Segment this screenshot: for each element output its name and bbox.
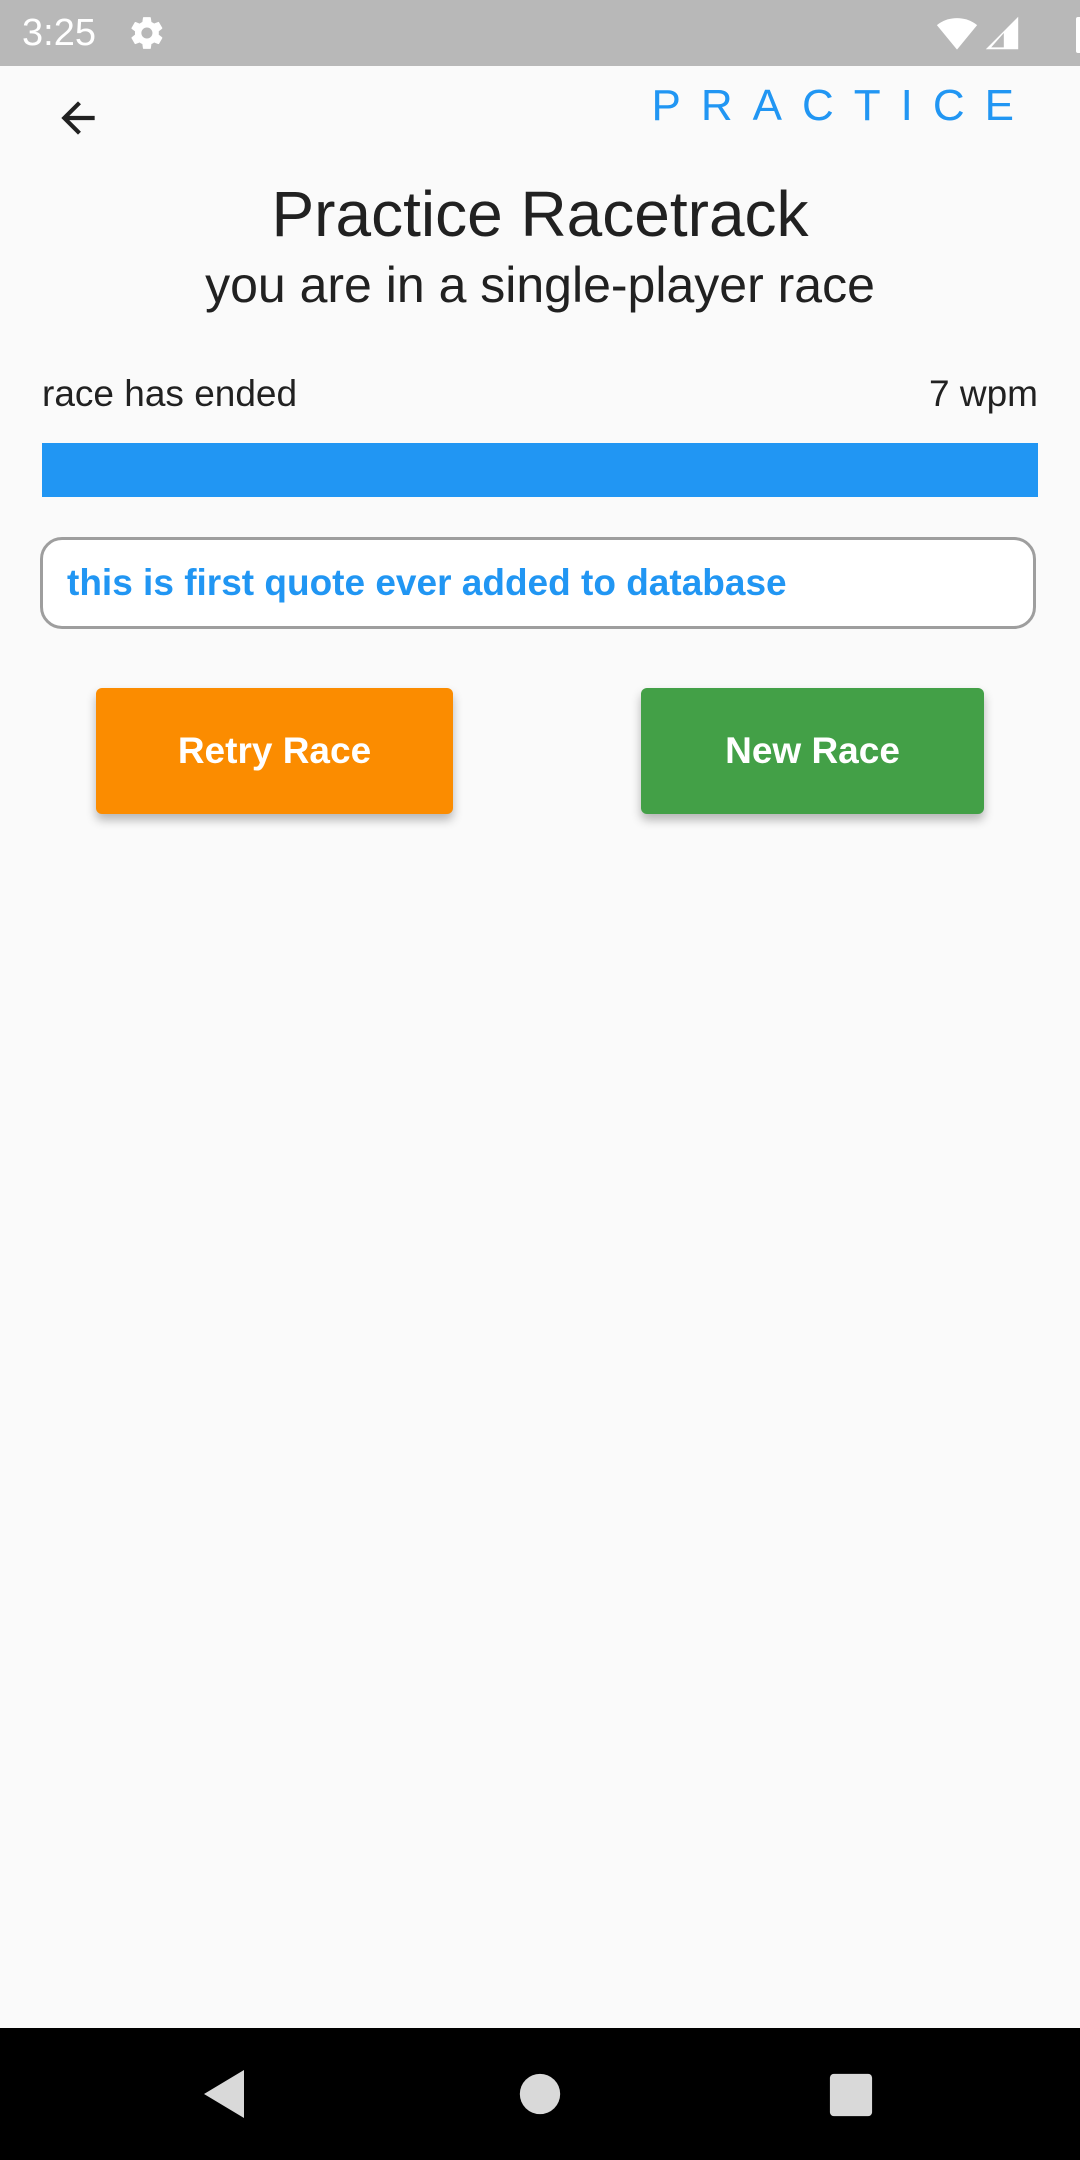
new-race-button[interactable]: New Race xyxy=(641,688,984,814)
retry-race-label: Retry Race xyxy=(177,730,372,771)
page-subtitle: you are in a single-player race xyxy=(205,257,875,313)
gear-icon xyxy=(131,17,163,49)
nav-recents-icon[interactable] xyxy=(828,2072,874,2118)
page-title: Practice Racetrack xyxy=(271,178,809,250)
nav-back-icon[interactable] xyxy=(200,2066,248,2122)
battery-icon xyxy=(1076,17,1080,53)
race-status-label: race has ended xyxy=(42,373,298,414)
navigation-bar xyxy=(0,2028,1080,2160)
wifi-icon xyxy=(936,18,978,50)
app-title: PRACTICE xyxy=(651,81,1034,130)
quote-box: this is first quote ever added to databa… xyxy=(40,537,1036,629)
back-button[interactable] xyxy=(40,80,116,156)
race-progress-fill xyxy=(42,443,1038,497)
arrow-left-icon xyxy=(61,101,95,135)
new-race-label: New Race xyxy=(725,730,900,771)
race-progress-bar xyxy=(42,443,1038,497)
retry-race-button[interactable]: Retry Race xyxy=(96,688,453,814)
quote-text: this is first quote ever added to databa… xyxy=(67,562,787,603)
nav-home-icon[interactable] xyxy=(518,2072,562,2116)
status-bar: 3:25 xyxy=(0,0,1080,66)
cell-signal-icon xyxy=(985,16,1019,50)
status-time: 3:25 xyxy=(22,12,96,54)
wpm-readout: 7 wpm xyxy=(929,373,1038,414)
